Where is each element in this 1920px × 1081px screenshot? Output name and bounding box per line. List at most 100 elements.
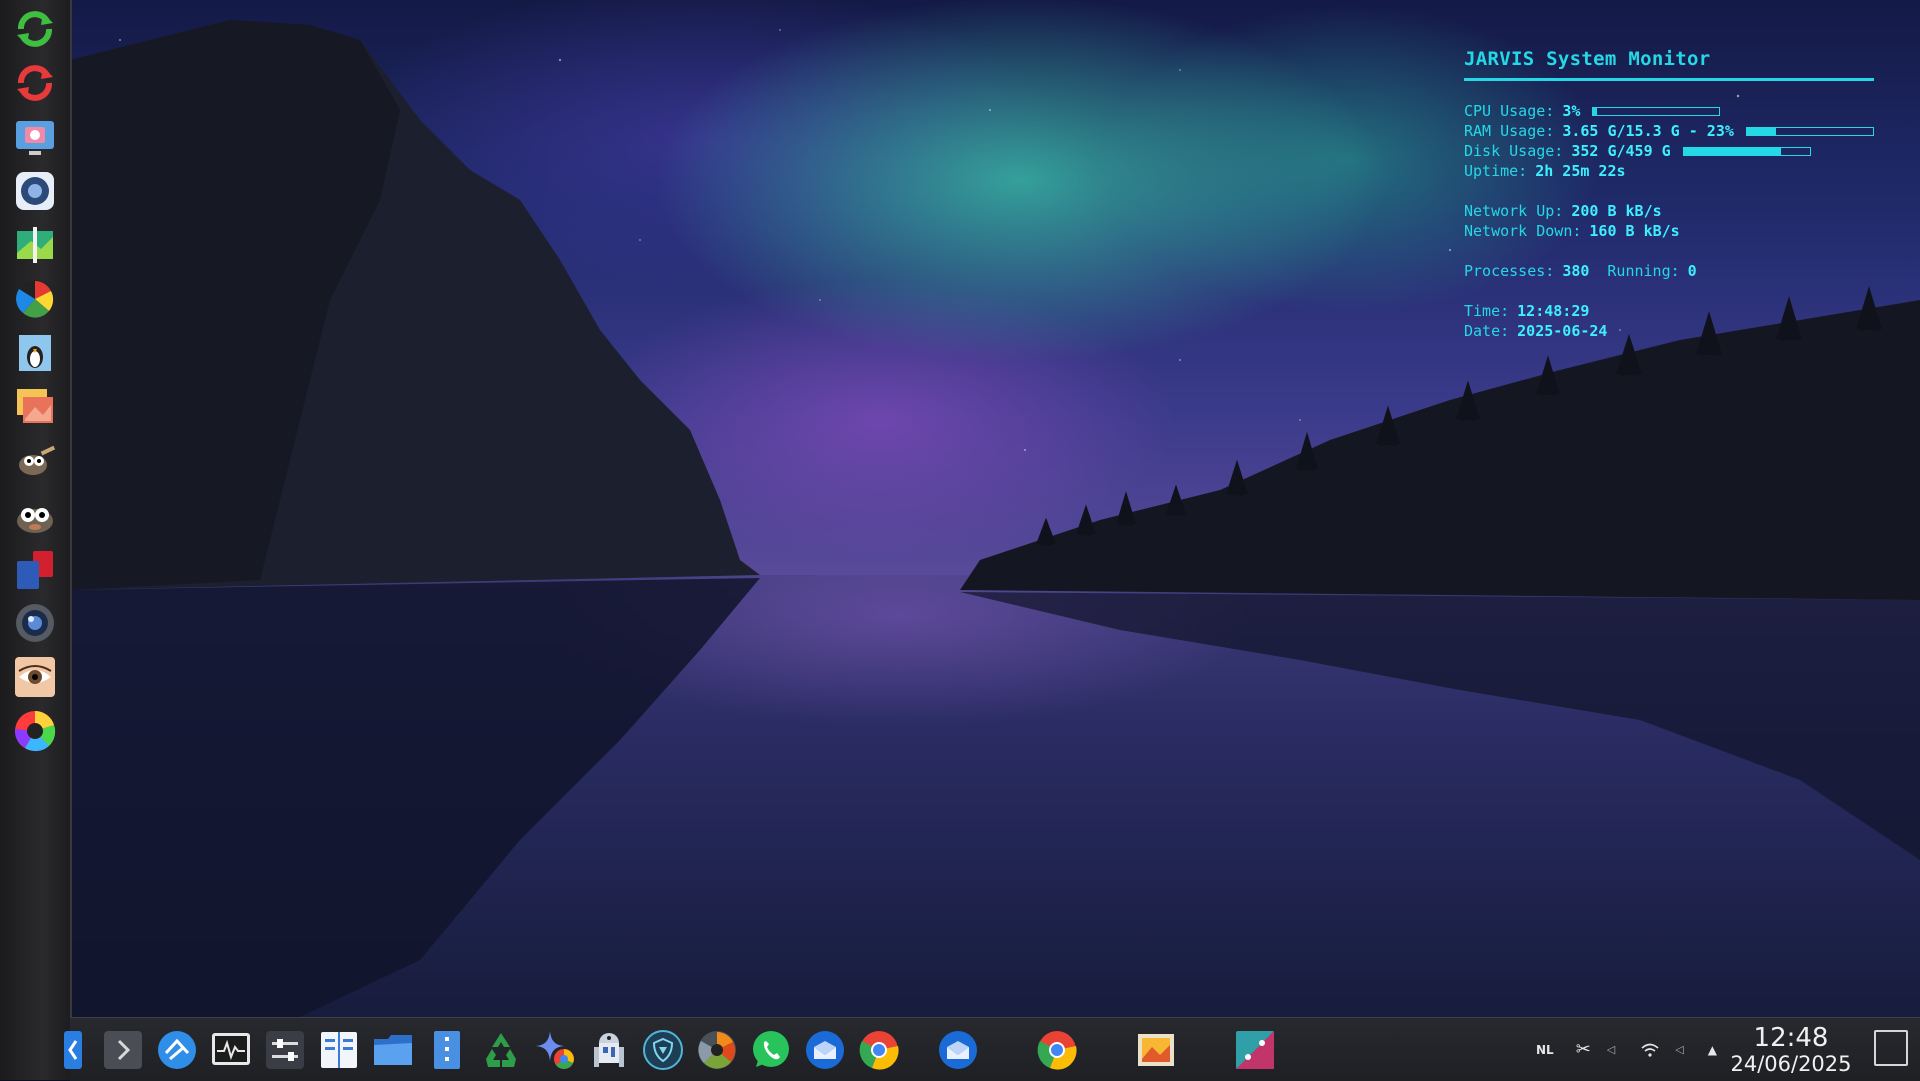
dock-item-sync-red[interactable]	[12, 60, 58, 106]
network-up-value: 200 B kB/s	[1571, 202, 1662, 220]
chrome-gemini-icon	[536, 1031, 574, 1069]
system-tray: NL ✂ ◁ ◁ ▲	[1536, 1018, 1717, 1081]
text-editor-icon	[434, 1031, 460, 1069]
dock-item-photo-tool[interactable]	[12, 222, 58, 268]
expand-tray-icon[interactable]: ▲	[1708, 1043, 1717, 1057]
image-viewer-icon	[1138, 1034, 1174, 1066]
taskbar-kdeconnect[interactable]	[154, 1027, 200, 1073]
screenshot-camera-icon	[16, 121, 54, 155]
uptime-value: 2h 25m 22s	[1535, 162, 1626, 180]
aperture-orange-icon	[698, 1031, 736, 1069]
taskbar-system-monitor[interactable]	[208, 1027, 254, 1073]
app-menu-icon	[64, 1031, 82, 1069]
cpu-label: CPU Usage:	[1464, 102, 1555, 120]
taskbar-chrome[interactable]	[856, 1027, 902, 1073]
dock-item-photo-stack[interactable]	[12, 384, 58, 430]
photo-tool-icon	[17, 227, 53, 263]
disk-label: Disk Usage:	[1464, 142, 1564, 160]
taskbar-settings[interactable]	[262, 1027, 308, 1073]
network-up-label: Network Up:	[1464, 202, 1564, 220]
taskbar-thunderbird[interactable]	[802, 1027, 848, 1073]
network-up-row: Network Up: 200 B kB/s	[1464, 201, 1874, 221]
scissors-icon[interactable]: ✂	[1576, 1039, 1591, 1060]
keyboard-layout-indicator[interactable]: NL	[1536, 1043, 1554, 1057]
time-value: 12:48:29	[1517, 302, 1590, 320]
disk-bar	[1682, 146, 1811, 156]
taskbar-text-editor[interactable]	[424, 1027, 470, 1073]
taskbar: NL ✂ ◁ ◁ ▲ 12:48 24/06/2025	[64, 1017, 1920, 1081]
dock-item-color-wheel[interactable]	[12, 708, 58, 754]
wifi-icon[interactable]	[1641, 1043, 1659, 1057]
ram-bar-fill	[1746, 127, 1776, 135]
taskbar-image-viewer[interactable]	[1133, 1027, 1179, 1073]
date-value: 2025-06-24	[1517, 322, 1608, 340]
chrome-active-icon	[1037, 1031, 1077, 1070]
dock-item-eye[interactable]	[12, 654, 58, 700]
dock-item-sync-green[interactable]	[12, 6, 58, 52]
aperture-icon	[16, 172, 54, 210]
gimp-large-icon	[17, 508, 53, 533]
ram-value: 3.65 G/15.3 G - 23%	[1562, 122, 1734, 140]
kdeconnect-icon	[158, 1031, 196, 1069]
volume-left-icon[interactable]: ◁	[1607, 1043, 1615, 1056]
time-label: Time:	[1464, 302, 1510, 320]
color-wheel-icon	[14, 711, 56, 752]
disk-value: 352 G/459 G	[1571, 142, 1671, 160]
color-pinwheel-icon	[16, 280, 54, 318]
dock-item-gimp[interactable]	[12, 438, 58, 484]
time-row: Time: 12:48:29	[1464, 301, 1874, 321]
dock-item-aperture[interactable]	[12, 168, 58, 214]
sd-card-icon	[17, 551, 53, 589]
network-down-value: 160 B kB/s	[1589, 222, 1680, 240]
thunderbird-active-icon	[939, 1031, 977, 1069]
disk-usage-row: Disk Usage: 352 G/459 G	[1464, 141, 1874, 161]
recycle-icon	[486, 1033, 516, 1067]
show-desktop-button[interactable]	[1874, 1030, 1908, 1066]
network-down-label: Network Down:	[1464, 222, 1582, 240]
chevron-right-icon	[104, 1031, 142, 1069]
gimp-icon	[19, 445, 56, 475]
processes-label: Processes:	[1464, 262, 1555, 280]
taskbar-chrome-active[interactable]	[1034, 1027, 1080, 1073]
digital-clock[interactable]: 12:48 24/06/2025	[1726, 1024, 1856, 1076]
photo-stack-icon	[17, 389, 53, 423]
volume-icon[interactable]: ◁	[1675, 1043, 1683, 1056]
taskbar-chrome-gemini[interactable]	[532, 1027, 578, 1073]
dock-item-penguin-image[interactable]	[12, 330, 58, 376]
widget-divider	[1464, 78, 1874, 81]
taskbar-kdenlive[interactable]	[1232, 1027, 1278, 1073]
dock-item-sd-card[interactable]	[12, 546, 58, 592]
ram-label: RAM Usage:	[1464, 122, 1555, 140]
taskbar-expand[interactable]	[100, 1027, 146, 1073]
lens-icon	[16, 604, 54, 642]
kdenlive-icon	[1236, 1031, 1274, 1069]
taskbar-vpn[interactable]	[640, 1027, 686, 1073]
dock-item-screenshot[interactable]	[12, 114, 58, 160]
dock-item-pinwheel[interactable]	[12, 276, 58, 322]
taskbar-whatsapp[interactable]	[748, 1027, 794, 1073]
sync-red-icon	[17, 65, 53, 101]
cpu-usage-row: CPU Usage: 3%	[1464, 101, 1874, 121]
taskbar-aperture-orange[interactable]	[694, 1027, 740, 1073]
eye-icon	[15, 657, 55, 697]
taskbar-file-manager-split[interactable]	[316, 1027, 362, 1073]
system-monitor-widget: JARVIS System Monitor CPU Usage: 3% RAM …	[1464, 48, 1874, 341]
clock-time: 12:48	[1753, 1023, 1829, 1053]
taskbar-recycle[interactable]	[478, 1027, 524, 1073]
ram-bar	[1745, 126, 1874, 136]
left-dock	[0, 0, 72, 1080]
taskbar-r2d2[interactable]	[586, 1027, 632, 1073]
processes-row: Processes: 380 Running: 0	[1464, 261, 1874, 281]
taskbar-folder[interactable]	[370, 1027, 416, 1073]
dock-item-gimp-large[interactable]	[12, 492, 58, 538]
uptime-label: Uptime:	[1464, 162, 1528, 180]
thunderbird-icon	[806, 1031, 844, 1069]
disk-bar-fill	[1683, 147, 1781, 155]
taskbar-app-menu[interactable]	[64, 1027, 84, 1073]
date-label: Date:	[1464, 322, 1510, 340]
dock-item-lens[interactable]	[12, 600, 58, 646]
cpu-value: 3%	[1562, 102, 1581, 120]
uptime-row: Uptime: 2h 25m 22s	[1464, 161, 1874, 181]
taskbar-thunderbird-active[interactable]	[935, 1027, 981, 1073]
file-manager-split-icon	[321, 1032, 357, 1068]
